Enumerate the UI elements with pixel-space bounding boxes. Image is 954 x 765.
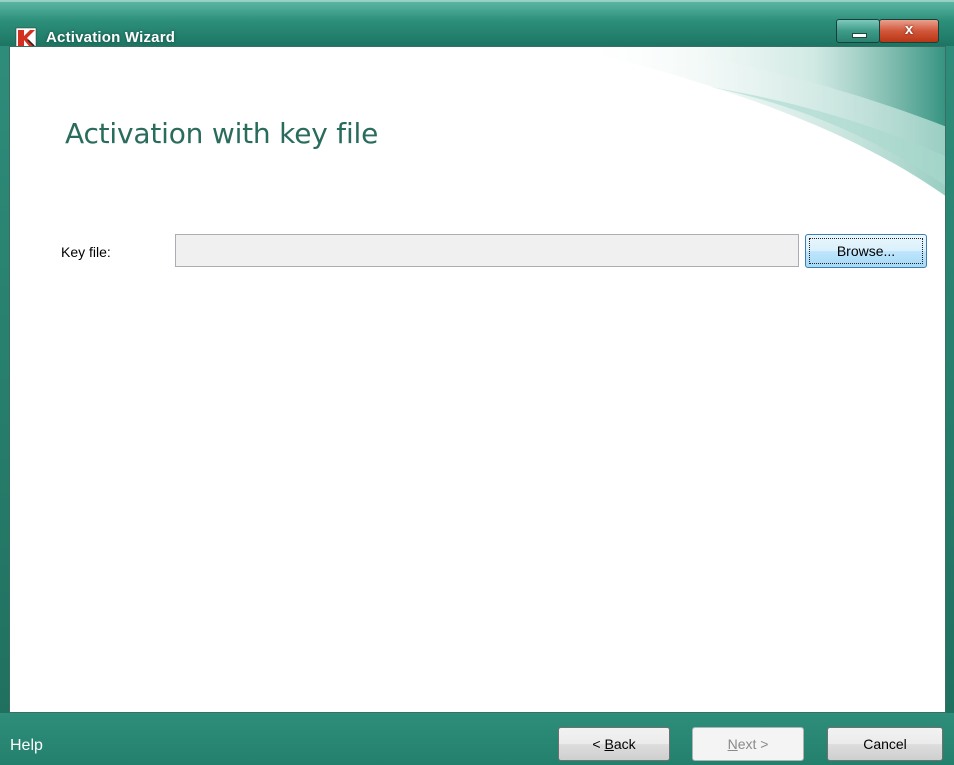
browse-button-label: Browse... (809, 238, 923, 264)
back-button-access-key: B (604, 736, 614, 752)
window-title: Activation Wizard (46, 29, 176, 46)
next-button[interactable]: Next > (692, 727, 804, 761)
page-title: Activation with key file (65, 117, 379, 150)
footer-bar: Help < Back Next > Cancel (0, 713, 954, 765)
key-file-label: Key file: (61, 244, 111, 260)
close-button[interactable]: x (879, 19, 939, 43)
cancel-button[interactable]: Cancel (827, 727, 943, 761)
activation-wizard-window: Activation Wizard x Activation with key … (0, 0, 954, 765)
back-button-prefix: < (592, 736, 605, 752)
next-button-rest: ext > (737, 736, 769, 752)
minimize-icon (852, 33, 867, 38)
back-button-rest: ack (613, 736, 636, 752)
browse-button[interactable]: Browse... (805, 234, 927, 268)
close-icon: x (904, 21, 914, 38)
key-file-input[interactable] (175, 234, 799, 267)
help-link[interactable]: Help (10, 737, 43, 755)
minimize-button[interactable] (836, 19, 880, 43)
next-button-access-key: N (727, 736, 738, 752)
back-button[interactable]: < Back (558, 727, 670, 761)
wizard-content: Activation with key file Key file: Brows… (9, 46, 946, 713)
title-bar[interactable]: Activation Wizard x (0, 0, 954, 49)
